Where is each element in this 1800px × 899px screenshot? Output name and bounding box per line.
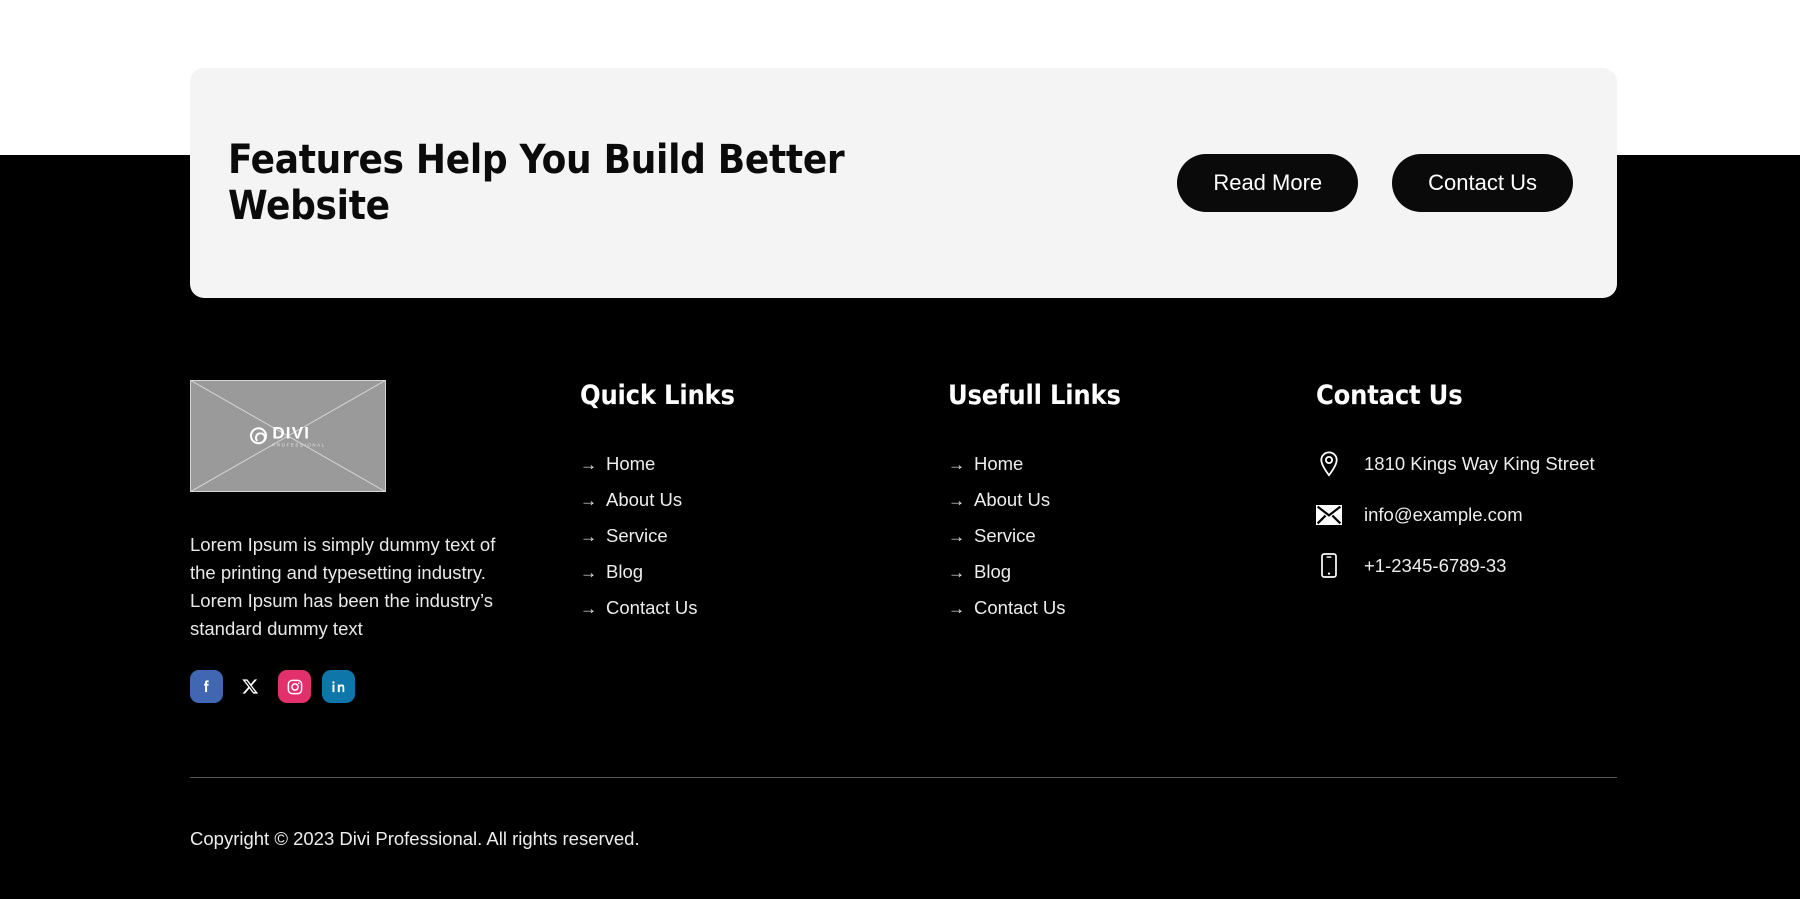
useful-link-contact-us[interactable]: → Contact Us xyxy=(948,597,1066,619)
linkedin-icon xyxy=(332,681,345,693)
list-item: → Blog xyxy=(580,561,948,583)
arrow-right-icon: → xyxy=(580,454,597,474)
read-more-button[interactable]: Read More xyxy=(1177,154,1359,212)
brand-description: Lorem Ipsum is simply dummy text of the … xyxy=(190,534,496,640)
cta-heading: Features Help You Build Better Website xyxy=(228,136,845,229)
link-label: Contact Us xyxy=(974,597,1066,618)
useful-link-blog[interactable]: → Blog xyxy=(948,561,1011,583)
social-links xyxy=(190,670,580,704)
quick-link-blog[interactable]: → Blog xyxy=(580,561,643,583)
link-label: About Us xyxy=(606,489,683,510)
social-link-instagram[interactable] xyxy=(278,670,311,704)
cta-card: Features Help You Build Better Website R… xyxy=(190,68,1617,298)
contact-list: 1810 Kings Way King Street info@example.… xyxy=(1316,451,1616,578)
list-item: → About Us xyxy=(948,489,1316,511)
arrow-right-icon: → xyxy=(948,562,965,582)
useful-link-home[interactable]: → Home xyxy=(948,453,1023,475)
arrow-right-icon: → xyxy=(580,490,597,510)
logo-placeholder-image: DIVI PROFESSIONAL xyxy=(190,380,386,492)
envelope-icon xyxy=(1316,505,1342,525)
contact-item-phone: +1-2345-6789-33 xyxy=(1316,553,1616,578)
list-item: → Blog xyxy=(948,561,1316,583)
social-link-linkedin[interactable] xyxy=(322,670,355,704)
arrow-right-icon: → xyxy=(948,490,965,510)
logo-subtitle: PROFESSIONAL xyxy=(272,442,326,448)
contact-title: Contact Us xyxy=(1316,380,1463,411)
logo-name: DIVI xyxy=(272,423,311,443)
footer-useful-links-column: Usefull Links → Home → About Us → Service →… xyxy=(948,380,1316,703)
contact-phone-value: +1-2345-6789-33 xyxy=(1364,554,1507,576)
link-label: Contact Us xyxy=(606,597,698,618)
quick-links-title: Quick Links xyxy=(580,380,735,411)
footer-brand-column: DIVI PROFESSIONAL Lorem Ipsum is simply … xyxy=(190,380,580,704)
quick-link-about-us[interactable]: → About Us xyxy=(580,489,682,511)
social-link-facebook[interactable] xyxy=(190,670,223,704)
useful-link-about-us[interactable]: → About Us xyxy=(948,489,1050,511)
arrow-right-icon: → xyxy=(580,562,597,582)
contact-us-button[interactable]: Contact Us xyxy=(1392,154,1573,212)
list-item: → Service xyxy=(948,525,1316,547)
contact-email-value: info@example.com xyxy=(1364,504,1523,525)
useful-links-title: Usefull Links xyxy=(948,380,1121,411)
link-label: Service xyxy=(974,525,1036,546)
facebook-icon xyxy=(204,680,209,693)
divi-swirl-icon xyxy=(250,427,268,445)
useful-links-list: → Home → About Us → Service → Blog → Contact … xyxy=(948,453,1316,619)
footer-columns: DIVI PROFESSIONAL Lorem Ipsum is simply … xyxy=(190,380,1617,704)
x-twitter-icon xyxy=(242,679,259,695)
list-item: → Contact Us xyxy=(580,597,948,619)
logo-mark: DIVI PROFESSIONAL xyxy=(190,424,386,447)
list-item: → Home xyxy=(948,453,1316,475)
link-label: Blog xyxy=(974,561,1012,582)
useful-link-service[interactable]: → Service xyxy=(948,525,1036,547)
quick-link-service[interactable]: → Service xyxy=(580,525,668,547)
cta-actions: Read More Contact Us xyxy=(1177,154,1573,212)
footer-quick-links-column: Quick Links → Home → About Us → Service → Bl… xyxy=(580,380,948,703)
list-item: → Service xyxy=(580,525,948,547)
arrow-right-icon: → xyxy=(580,598,597,618)
list-item: → Contact Us xyxy=(948,597,1316,619)
link-label: About Us xyxy=(974,489,1051,510)
social-link-x-twitter[interactable] xyxy=(234,670,267,704)
arrow-right-icon: → xyxy=(948,526,965,546)
contact-item-email: info@example.com xyxy=(1316,504,1616,526)
footer-contact-column: Contact Us 1810 Kings Way King Street in… xyxy=(1316,380,1616,703)
arrow-right-icon: → xyxy=(948,598,965,618)
arrow-right-icon: → xyxy=(580,526,597,546)
instagram-icon xyxy=(287,679,302,695)
footer-divider xyxy=(190,777,1617,778)
contact-item-address: 1810 Kings Way King Street xyxy=(1316,451,1616,477)
quick-link-contact-us[interactable]: → Contact Us xyxy=(580,597,698,619)
list-item: → About Us xyxy=(580,489,948,511)
quick-links-list: → Home → About Us → Service → Blog → Contact … xyxy=(580,453,948,619)
link-label: Home xyxy=(606,453,656,474)
logo-wordmark: DIVI PROFESSIONAL xyxy=(272,424,325,447)
link-label: Service xyxy=(606,525,668,546)
list-item: → Home xyxy=(580,453,948,475)
contact-address-value: 1810 Kings Way King Street xyxy=(1364,453,1595,474)
copyright-text: Copyright © 2023 Divi Professional. All … xyxy=(190,828,640,849)
map-pin-icon xyxy=(1316,451,1342,477)
quick-link-home[interactable]: → Home xyxy=(580,453,655,475)
mobile-phone-icon xyxy=(1316,553,1342,578)
link-label: Blog xyxy=(606,561,644,582)
arrow-right-icon: → xyxy=(948,454,965,474)
link-label: Home xyxy=(974,453,1024,474)
